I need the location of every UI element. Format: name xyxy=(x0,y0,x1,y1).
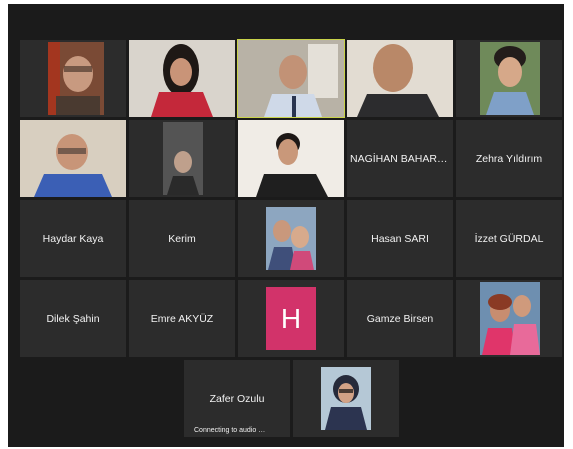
participant-video-tile[interactable] xyxy=(456,40,562,117)
participant-profile-photo xyxy=(321,367,371,430)
participant-name-tile[interactable]: Kerim xyxy=(129,200,235,277)
participant-name: Emre AKYÜZ xyxy=(150,312,214,325)
participant-name-tile[interactable]: Zafer Ozulu xyxy=(184,360,290,437)
video-meeting-gallery: NAGİHAN BAHAR K... Zehra Yıldırım Haydar… xyxy=(8,4,564,447)
participant-profile-photo xyxy=(266,207,316,270)
participant-video-tile[interactable] xyxy=(129,120,235,197)
participant-video-tile[interactable] xyxy=(238,120,344,197)
participant-video-tile[interactable] xyxy=(129,40,235,117)
audio-connection-status: Connecting to audio … xyxy=(194,427,266,434)
participant-name: Zafer Ozulu xyxy=(209,392,265,405)
participant-video-feed xyxy=(456,40,562,117)
participant-name-tile[interactable]: Zehra Yıldırım xyxy=(456,120,562,197)
participant-name-tile[interactable]: Emre AKYÜZ xyxy=(129,280,235,357)
participant-name: Kerim xyxy=(168,232,196,245)
participant-name: Zehra Yıldırım xyxy=(475,152,543,165)
participant-name-tile[interactable]: Haydar Kaya xyxy=(20,200,126,277)
participant-photo-tile[interactable] xyxy=(456,280,562,357)
participant-name: İzzet GÜRDAL xyxy=(474,232,544,245)
participant-video-feed xyxy=(238,40,344,117)
participant-profile-photo xyxy=(480,282,540,355)
participant-initial-avatar: H xyxy=(266,287,316,350)
participant-name-tile[interactable]: Gamze Birsen xyxy=(347,280,453,357)
participant-name: Haydar Kaya xyxy=(42,232,104,245)
participant-name: Gamze Birsen xyxy=(366,312,434,325)
participant-video-feed xyxy=(238,120,344,197)
participant-name: Dilek Şahin xyxy=(46,312,100,325)
participant-video-feed xyxy=(129,40,235,117)
participant-video-feed xyxy=(20,40,126,117)
participant-photo-tile[interactable] xyxy=(293,360,399,437)
participant-video-tile[interactable] xyxy=(20,40,126,117)
participant-video-tile[interactable] xyxy=(20,120,126,197)
participant-name: NAGİHAN BAHAR K... xyxy=(350,152,453,165)
participant-video-tile-active-speaker[interactable] xyxy=(237,39,345,118)
participant-name-tile[interactable]: NAGİHAN BAHAR K... xyxy=(347,120,453,197)
participant-name-tile[interactable]: İzzet GÜRDAL xyxy=(456,200,562,277)
participant-avatar-tile[interactable]: H xyxy=(238,280,344,357)
participant-video-tile[interactable] xyxy=(347,40,453,117)
participant-video-feed xyxy=(20,120,126,197)
participant-name-tile[interactable]: Hasan SARI xyxy=(347,200,453,277)
participant-name-tile[interactable]: Dilek Şahin xyxy=(20,280,126,357)
participant-name: Hasan SARI xyxy=(371,232,429,245)
participant-video-feed xyxy=(347,40,453,117)
participant-photo-tile[interactable] xyxy=(238,200,344,277)
participant-video-feed xyxy=(129,120,235,197)
